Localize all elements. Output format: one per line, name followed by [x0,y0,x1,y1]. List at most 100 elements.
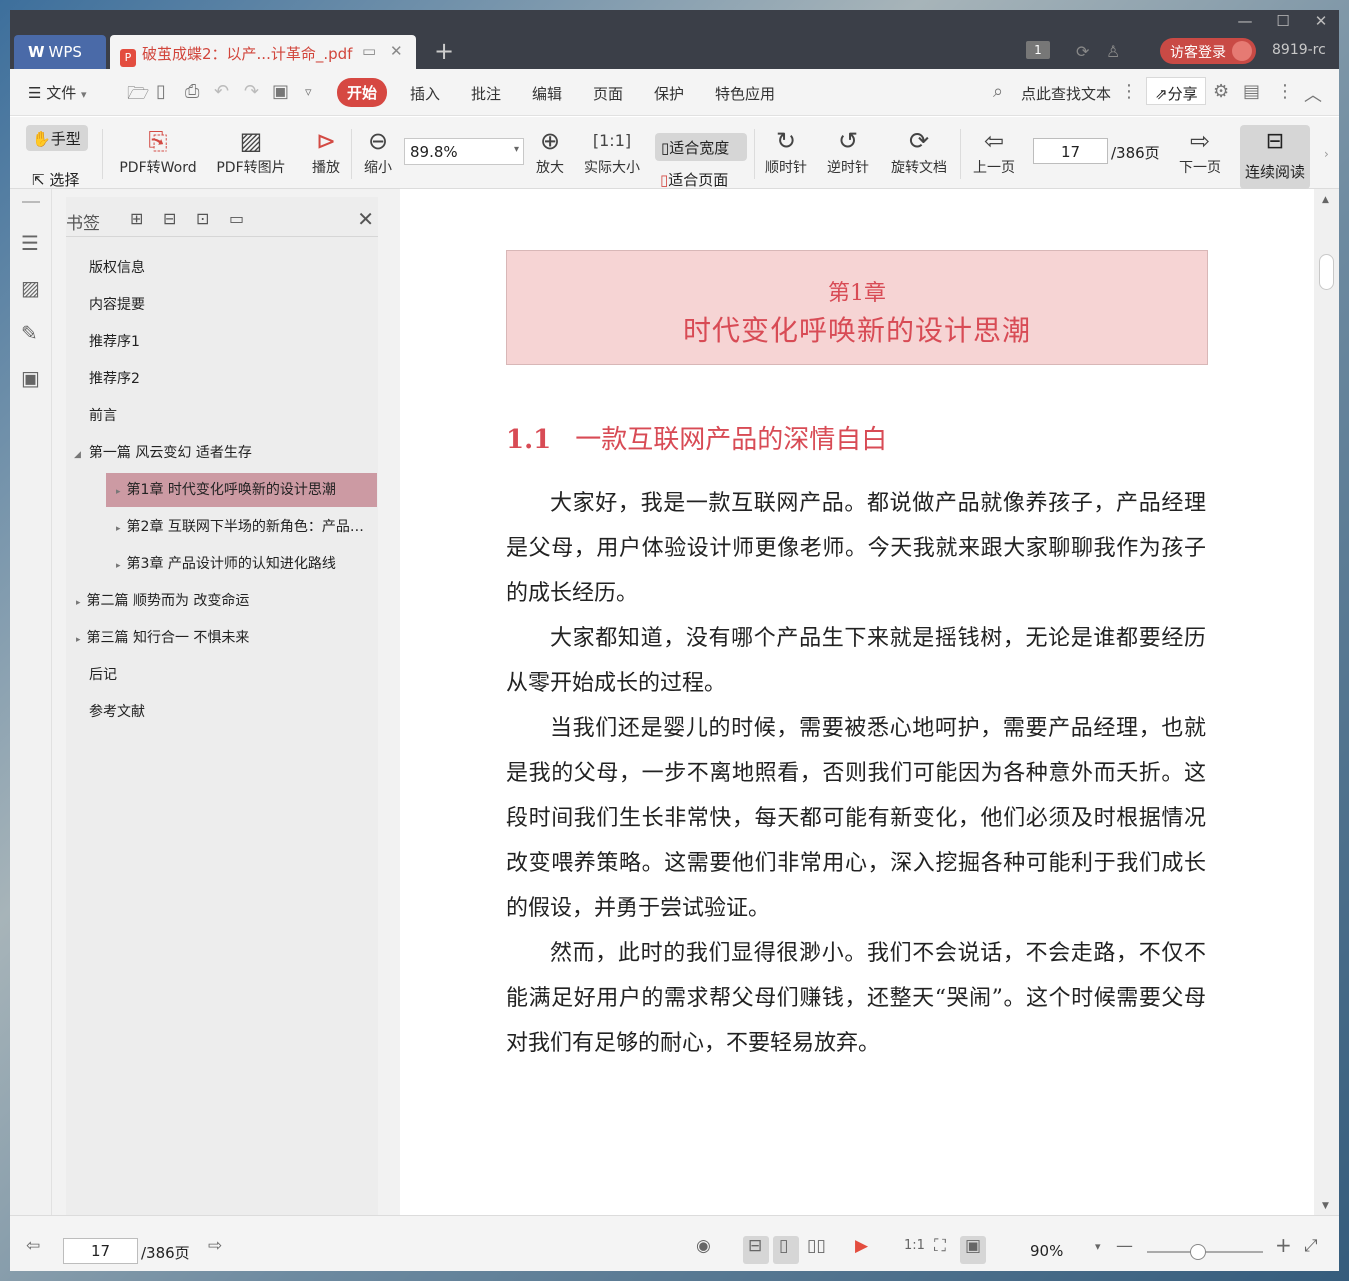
undo-icon[interactable]: ↶ [214,81,229,102]
vertical-scrollbar[interactable]: ▲ ▼ [1314,189,1339,1215]
next-page-icon[interactable]: ⇨ [208,1236,222,1256]
signature-icon[interactable]: ▣ [21,366,40,390]
bookmark-options-icon[interactable]: ▭ [229,209,244,228]
menu-protect[interactable]: 保护 [654,83,684,104]
tab-wps-home[interactable]: W WPS [14,35,106,69]
select-tool-button[interactable]: ⇱ 选择 [32,169,79,190]
bookmark-list-icon[interactable]: ☰ [21,231,39,255]
drag-handle[interactable] [22,201,40,203]
fit-width-button[interactable]: ▯适合宽度 [655,133,747,161]
bookmark-item[interactable]: 版权信息 [76,251,366,285]
thumbnail-icon[interactable]: ▨ [21,276,40,300]
bookmark-item-part2[interactable]: ▸ 第二篇 顺势而为 改变命运 [76,584,366,618]
zoom-slider-knob[interactable] [1190,1244,1206,1260]
two-page-icon[interactable]: ▯▯ [807,1236,826,1256]
maximize-icon[interactable]: ☐ [1265,12,1301,34]
eye-protection-icon[interactable]: ◉ [696,1236,711,1256]
bookmark-item-chapter1[interactable]: ▸ 第1章 时代变化呼唤新的设计思潮 [106,473,377,507]
guest-login-button[interactable]: 访客登录 [1160,38,1256,64]
menu-insert[interactable]: 插入 [410,83,440,104]
more-vertical-icon[interactable]: ⋮ [1120,81,1138,102]
continuous-read-button[interactable]: ⊟ 连续阅读 [1240,125,1310,189]
zoom-select[interactable]: 89.8% ▾ [404,138,524,165]
zoom-in-icon[interactable]: + [1275,1233,1292,1257]
menu-start[interactable]: 开始 [337,78,388,107]
fullscreen-icon[interactable]: ⤢ [1304,1236,1318,1256]
rotate-document-button[interactable]: ⟳ 旋转文档 [886,125,952,177]
play-button[interactable]: ⊳ 播放 [306,125,346,177]
more-dropdown-icon[interactable]: ▿ [305,85,312,100]
print-icon[interactable]: ⎙ [185,81,199,102]
bookmark-item-part1[interactable]: ◢ 第一篇 风云变幻 适者生存 [74,436,366,470]
prev-page-button[interactable]: ⇦ 上一页 [968,125,1020,177]
status-page-input[interactable]: 17 [63,1238,138,1264]
bookmark-item[interactable]: 内容提要 [76,288,366,322]
play-slideshow-icon[interactable]: ▶ [855,1236,868,1256]
collapse-all-icon[interactable]: ⊟ [163,209,176,228]
add-bookmark-icon[interactable]: ⊡ [196,209,209,228]
bookmark-item[interactable]: 推荐序2 [76,362,366,396]
zoom-out-button[interactable]: ⊖ 缩小 [358,125,398,177]
bookmark-item-chapter2[interactable]: ▸ 第2章 互联网下半场的新角色：产品设计师 [106,510,376,544]
scroll-down-icon[interactable]: ▼ [1322,1201,1329,1211]
expand-all-icon[interactable]: ⊞ [130,209,143,228]
export-icon[interactable]: ▣ [272,81,289,102]
more-options-icon[interactable]: ⋮ [1276,81,1294,102]
zoom-out-icon[interactable]: — [1116,1236,1133,1256]
window-count-badge[interactable]: 1 [1026,41,1050,59]
sync-icon[interactable]: ⟳ [1076,42,1089,61]
comment-icon[interactable]: ▤ [1243,81,1260,102]
close-tab-icon[interactable]: ✕ [390,42,403,60]
menu-special[interactable]: 特色应用 [715,83,775,104]
find-text-input[interactable]: 点此查找文本 [1021,83,1111,104]
collapsed-triangle-icon[interactable]: ▸ [116,487,121,497]
fit-page-icon[interactable]: ⛶ [934,1236,946,1256]
annotation-icon[interactable]: ✎ [21,321,38,345]
hand-tool-button[interactable]: ✋手型 [26,125,88,151]
collapsed-triangle-icon[interactable]: ▸ [116,561,121,571]
prev-page-icon[interactable]: ⇦ [26,1236,40,1256]
page-number-input[interactable]: 17 [1033,138,1108,164]
pdf-to-word-button[interactable]: ⎘ PDF转Word [112,125,204,177]
collapsed-triangle-icon[interactable]: ▸ [76,635,81,645]
share-button[interactable]: ⇗分享 [1146,77,1206,105]
open-folder-icon[interactable]: 🗁 [127,81,149,111]
scroll-thumb[interactable] [1319,254,1334,290]
rotate-clockwise-button[interactable]: ↻ 顺时针 [760,125,812,177]
chevron-right-icon[interactable]: › [1324,147,1329,161]
pdf-to-image-button[interactable]: ▨ PDF转图片 [211,125,291,177]
menu-edit[interactable]: 编辑 [532,83,562,104]
screen-icon[interactable]: ▭ [362,42,376,60]
settings-gear-icon[interactable]: ⚙ [1213,81,1229,102]
zoom-in-button[interactable]: ⊕ 放大 [530,125,570,177]
collapsed-triangle-icon[interactable]: ▸ [76,598,81,608]
search-icon[interactable]: ⌕ [993,81,1003,102]
next-page-button[interactable]: ⇨ 下一页 [1174,125,1226,177]
menu-page[interactable]: 页面 [593,83,623,104]
fit-page-button[interactable]: ▯适合页面 [660,169,728,190]
expanded-triangle-icon[interactable]: ◢ [74,450,81,460]
bookmark-item[interactable]: 推荐序1 [76,325,366,359]
zoom-dropdown-icon[interactable]: ▾ [1095,1240,1101,1253]
minimize-icon[interactable]: — [1227,12,1263,34]
bookmark-item[interactable]: 后记 [76,658,366,692]
zoom-slider[interactable] [1147,1244,1263,1260]
zoom-level[interactable]: 90% [1030,1242,1063,1260]
close-window-icon[interactable]: ✕ [1303,12,1339,34]
menu-annotate[interactable]: 批注 [471,83,501,104]
bookmark-item-chapter3[interactable]: ▸ 第3章 产品设计师的认知进化路线 [106,547,376,581]
collapse-ribbon-icon[interactable]: ︿ [1304,81,1322,107]
save-icon[interactable]: ▯ [156,81,166,102]
redo-icon[interactable]: ↷ [244,81,259,102]
file-menu[interactable]: ☰ 文件 ▾ [28,82,87,103]
actual-size-button[interactable]: [1:1] 实际大小 [580,125,644,177]
new-tab-icon[interactable]: + [434,37,454,65]
skin-icon[interactable]: ♙ [1106,42,1120,61]
bookmark-item[interactable]: 参考文献 [76,695,366,729]
actual-size-icon[interactable]: 1:1 [904,1238,925,1253]
rotate-counter-clockwise-button[interactable]: ↺ 逆时针 [822,125,874,177]
bookmark-item-part3[interactable]: ▸ 第三篇 知行合一 不惧未来 [76,621,366,655]
tab-document[interactable]: P 破茧成蝶2：以产...计革命_.pdf ▭ ✕ [110,35,416,69]
scroll-up-icon[interactable]: ▲ [1322,195,1329,205]
collapsed-triangle-icon[interactable]: ▸ [116,524,121,534]
